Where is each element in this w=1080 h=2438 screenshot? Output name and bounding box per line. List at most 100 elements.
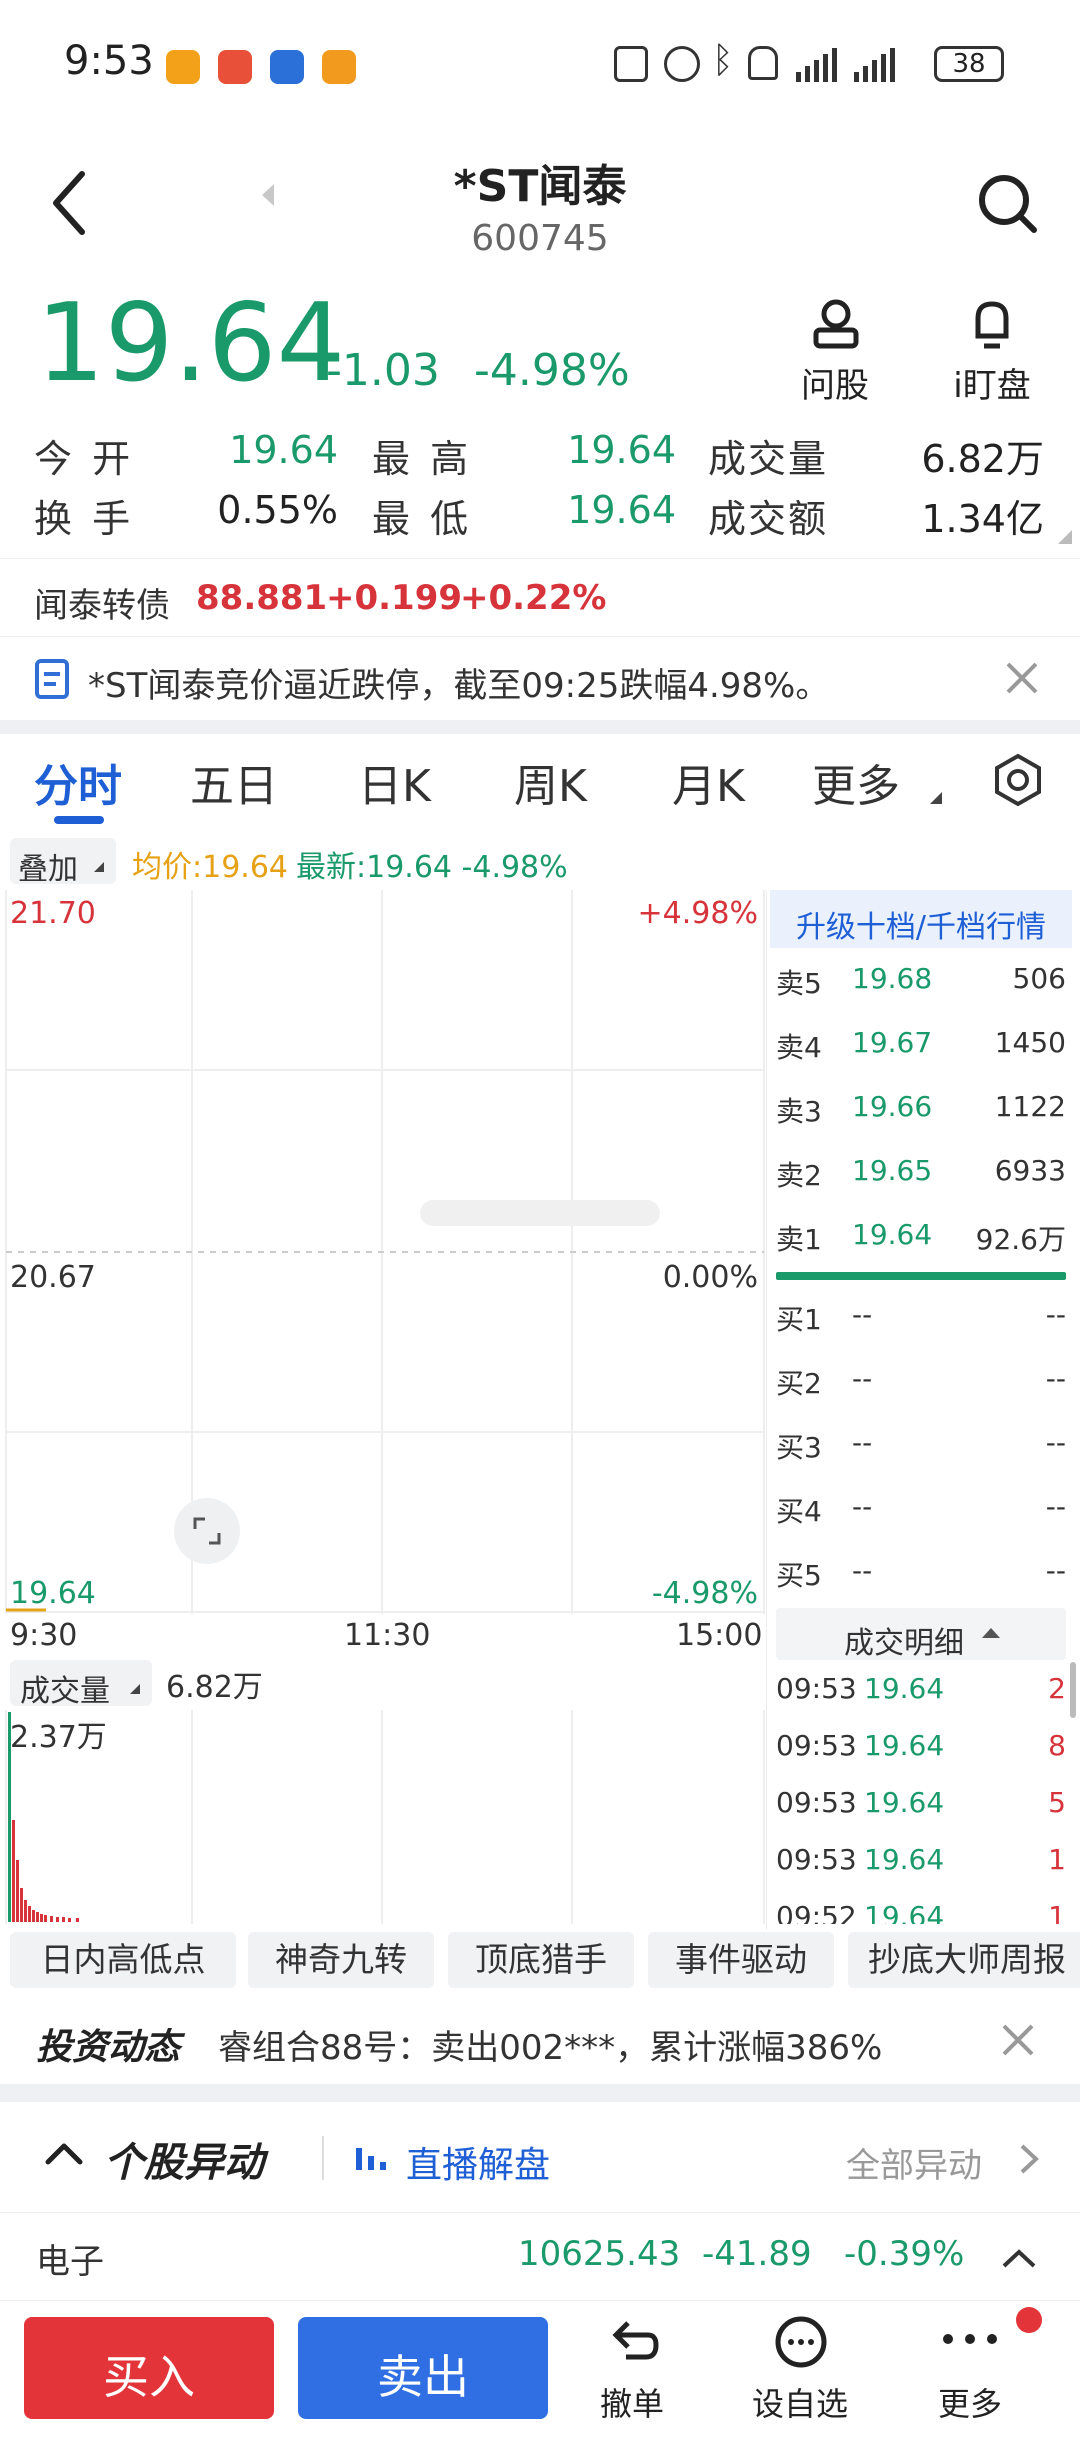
movement-header: 个股异动 直播解盘 全部异动	[0, 2102, 1080, 2210]
tab-weekly-k[interactable]: 周K	[514, 750, 587, 814]
ask-price: 19.65	[852, 1154, 933, 1187]
buy-button[interactable]: 买入	[24, 2317, 274, 2419]
ask-price: 19.64	[852, 1218, 933, 1251]
bid-vol: --	[1045, 1426, 1066, 1459]
battery-icon: 38	[934, 46, 1004, 82]
expand-icon	[193, 1517, 221, 1545]
settings-icon[interactable]	[990, 752, 1046, 808]
chip-event-driven[interactable]: 事件驱动	[648, 1932, 834, 1988]
sector-row[interactable]: 电子 10625.43 -41.89 -0.39%	[0, 2214, 1080, 2298]
time-end: 15:00	[676, 1618, 763, 1653]
close-icon[interactable]	[1004, 660, 1040, 696]
chip-top-bottom-hunter[interactable]: 顶底猎手	[448, 1932, 634, 1988]
stat-low-label: 最 低	[372, 497, 473, 541]
more-button[interactable]: 更多	[910, 2307, 1042, 2429]
trade-time: 09:52	[776, 1900, 857, 1924]
news-title: 投资动态	[36, 2027, 181, 2068]
header: *ST闻泰 600745	[0, 130, 1080, 280]
watermark-bar	[420, 1200, 660, 1226]
pct-low: -4.98%	[651, 1576, 758, 1611]
chevron-right-icon	[1020, 2144, 1039, 2174]
stock-code: 600745	[471, 218, 609, 259]
trade-row: 09:53 19.64 8	[776, 1729, 1066, 1769]
bluetooth-icon: ᛒ	[712, 40, 734, 81]
live-commentary-button[interactable]: 直播解盘	[354, 2128, 564, 2186]
collapse-up-icon[interactable]	[44, 2140, 84, 2166]
tab-more-caret-icon	[930, 792, 942, 804]
bond-row[interactable]: 闻泰转债 88.881 +0.199 +0.22%	[0, 560, 1080, 636]
overlay-caret-icon	[94, 862, 104, 872]
sell-button[interactable]: 卖出	[298, 2317, 548, 2419]
trade-time: 09:53	[776, 1843, 857, 1876]
trade-details-header[interactable]: 成交明细	[776, 1608, 1066, 1661]
back-icon[interactable]	[50, 168, 90, 238]
ask-label: 卖4	[776, 1031, 822, 1064]
notice-bar[interactable]: *ST闻泰竞价逼近跌停，截至09:25跌幅4.98%。	[0, 638, 1080, 720]
more-circle-icon	[775, 2316, 827, 2368]
news-close-icon[interactable]	[1000, 2022, 1036, 2058]
trade-details-caret-icon	[982, 1628, 1000, 1638]
tab-five-day[interactable]: 五日	[190, 750, 278, 814]
upgrade-quote-button[interactable]: 升级十档/千档行情	[770, 890, 1072, 948]
sector-collapse-icon[interactable]	[1000, 2246, 1038, 2270]
chip-bottom-master-weekly[interactable]: 抄底大师周报	[848, 1932, 1080, 1988]
ask-vol: 1122	[994, 1090, 1066, 1123]
chip-intraday-high-low[interactable]: 日内高低点	[10, 1932, 236, 1988]
all-movements-link[interactable]: 全部异动	[840, 2134, 1050, 2186]
collapse-corner-icon[interactable]	[1058, 530, 1072, 544]
document-icon	[35, 659, 69, 699]
add-watchlist-button[interactable]: 设自选	[740, 2309, 860, 2429]
ask-price: 19.66	[852, 1090, 933, 1123]
news-bar[interactable]: 投资动态 睿组合88号：卖出002***，累计涨幅386%	[0, 2000, 1080, 2080]
bond-pct: +0.22%	[460, 578, 607, 618]
chip-magic-nine[interactable]: 神奇九转	[248, 1932, 434, 1988]
ask-stock-button[interactable]: 问股	[790, 298, 880, 408]
battery-level: 38	[952, 49, 986, 79]
feature-chips: 日内高低点 神奇九转 顶底猎手 事件驱动 抄底大师周报	[0, 1932, 1080, 1992]
tab-monthly-k[interactable]: 月K	[672, 750, 745, 814]
trade-vol: 2	[1048, 1672, 1066, 1705]
volume-dropdown[interactable]: 成交量	[10, 1660, 152, 1709]
trade-price: 19.64	[864, 1900, 945, 1924]
prev-stock-icon[interactable]	[258, 180, 278, 210]
tab-intraday[interactable]: 分时	[34, 750, 122, 814]
bid-vol: --	[1045, 1490, 1066, 1523]
bid-label: 买5	[776, 1559, 822, 1592]
ask-row: 卖4 19.67 1450	[776, 1026, 1066, 1066]
bond-name: 闻泰转债	[34, 586, 170, 626]
volume-label: 成交量	[20, 1674, 110, 1709]
more-label: 更多	[937, 2385, 1002, 2423]
ask-stock-label: 问股	[801, 366, 869, 406]
trade-vol: 1	[1048, 1900, 1066, 1924]
search-icon[interactable]	[976, 172, 1040, 236]
overlay-dropdown[interactable]: 叠加	[10, 838, 116, 887]
bid-row: 买4 -- --	[776, 1490, 1066, 1530]
ask-label: 卖5	[776, 967, 822, 1000]
tab-more[interactable]: 更多	[812, 750, 900, 814]
ask-price: 19.68	[852, 962, 933, 995]
bid-price: --	[852, 1298, 873, 1331]
status-time: 9:53	[64, 38, 154, 84]
bid-vol: --	[1045, 1362, 1066, 1395]
trade-details-title: 成交明细	[844, 1626, 964, 1661]
bid-vol: --	[1045, 1298, 1066, 1331]
ask-label: 卖1	[776, 1223, 822, 1256]
tab-active-indicator	[54, 816, 104, 824]
cancel-order-button[interactable]: 撤单	[572, 2309, 692, 2429]
expand-chart-button[interactable]	[174, 1498, 240, 1564]
watch-button[interactable]: i盯盘	[942, 298, 1042, 408]
sector-pct: -0.39%	[844, 2234, 965, 2274]
ask-vol: 6933	[994, 1154, 1066, 1187]
intraday-chart[interactable]: 21.70 +4.98% 20.67 0.00% 19.64 -4.98%	[0, 890, 766, 1614]
stat-open-label: 今 开	[34, 437, 135, 481]
trade-scrollbar[interactable]	[1070, 1662, 1076, 1718]
trade-row: 09:53 19.64 1	[776, 1843, 1066, 1883]
tab-daily-k[interactable]: 日K	[358, 750, 431, 814]
movement-separator	[322, 2136, 324, 2180]
bid-row: 买3 -- --	[776, 1426, 1066, 1466]
stock-title: *ST闻泰	[453, 161, 627, 212]
app-icon-4	[322, 50, 356, 84]
bid-price: --	[852, 1490, 873, 1523]
bid-price: --	[852, 1362, 873, 1395]
bid-label: 买4	[776, 1495, 822, 1528]
